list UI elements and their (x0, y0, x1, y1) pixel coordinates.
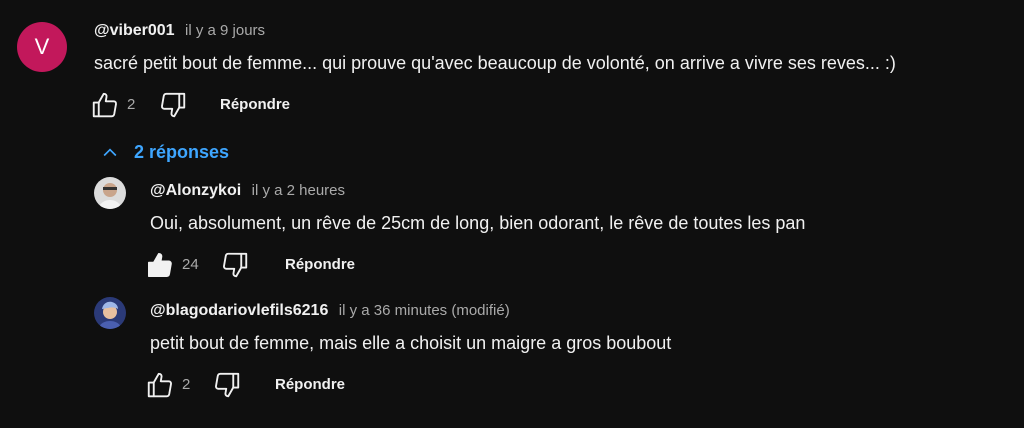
avatar[interactable] (94, 297, 126, 329)
user-photo-icon (94, 297, 126, 329)
reply-button[interactable]: Répondre (275, 376, 345, 393)
thumbs-down-icon (215, 372, 240, 398)
reply-author-handle[interactable]: @blagodariovlefils6216 (150, 302, 328, 319)
thumbs-down-icon (223, 252, 248, 278)
avatar[interactable]: V (17, 22, 67, 72)
dislike-button[interactable] (220, 250, 250, 280)
like-count: 2 (127, 96, 136, 113)
user-photo-icon (94, 177, 126, 209)
dislike-button[interactable] (212, 370, 242, 400)
reply-author-handle[interactable]: @Alonzykoi (150, 182, 241, 199)
reply-button[interactable]: Répondre (220, 96, 290, 113)
thumbs-up-filled-icon (148, 253, 172, 277)
reply-text: petit bout de femme, mais elle a choisit… (150, 333, 672, 353)
dislike-button[interactable] (158, 90, 188, 120)
avatar-letter: V (34, 34, 50, 59)
thumbs-up-icon (92, 92, 117, 118)
comment-author-handle[interactable]: @viber001 (94, 22, 175, 39)
reply-header: @Alonzykoi il y a 2 heures (150, 182, 345, 200)
comment-header: @viber001 il y a 9 jours (94, 22, 265, 40)
like-button[interactable] (145, 370, 175, 400)
avatar[interactable] (94, 177, 126, 209)
like-button[interactable] (145, 250, 175, 280)
reply-timestamp[interactable]: il y a 36 minutes (modifié) (339, 302, 510, 319)
reply-button[interactable]: Répondre (285, 256, 355, 273)
reply-timestamp[interactable]: il y a 2 heures (252, 182, 345, 199)
replies-toggle-label: 2 réponses (134, 142, 230, 162)
replies-toggle-button[interactable]: 2 réponses (100, 142, 229, 163)
thumbs-up-icon (147, 372, 172, 398)
chevron-up-icon (103, 147, 117, 156)
reply-header: @blagodariovlefils6216 il y a 36 minutes… (150, 302, 510, 320)
reply-text: Oui, absolument, un rêve de 25cm de long… (150, 213, 806, 233)
like-button[interactable] (90, 90, 120, 120)
thumbs-down-icon (161, 92, 186, 118)
comment-text: sacré petit bout de femme... qui prouve … (94, 53, 896, 73)
like-count: 2 (182, 376, 191, 393)
like-count: 24 (182, 256, 199, 273)
comment-timestamp[interactable]: il y a 9 jours (185, 22, 265, 39)
